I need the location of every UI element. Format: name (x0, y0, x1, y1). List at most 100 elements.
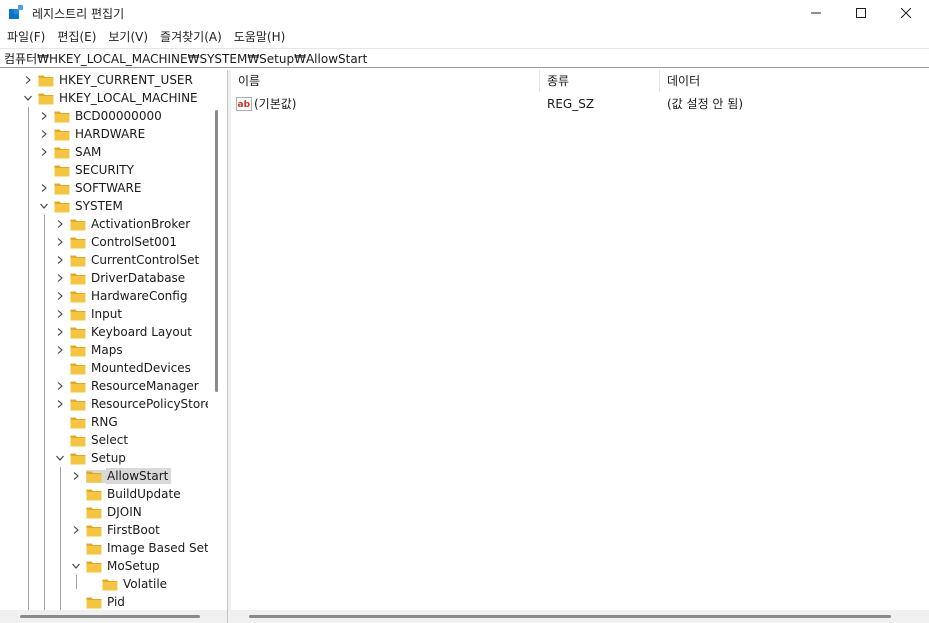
chevron-right-icon[interactable] (54, 377, 66, 395)
tree-item-label: DJOIN (107, 505, 142, 519)
chevron-right-icon[interactable] (38, 125, 50, 143)
chevron-down-icon[interactable] (22, 89, 34, 107)
tree-item-label: HKEY_LOCAL_MACHINE (59, 91, 198, 105)
tree-item-label: DriverDatabase (91, 271, 186, 285)
tree-item-label: SECURITY (75, 163, 134, 177)
folder-icon (70, 453, 86, 464)
tree-item[interactable]: DJOIN (70, 503, 145, 521)
tree-item-label: AllowStart (106, 468, 172, 484)
tree-item[interactable]: BuildUpdate (70, 485, 184, 503)
tree-item[interactable]: AllowStart (70, 467, 172, 485)
chevron-right-icon[interactable] (22, 71, 34, 89)
chevron-right-icon[interactable] (54, 287, 66, 305)
tree-horizontal-scroll-thumb[interactable] (20, 615, 200, 618)
tree-vertical-scrollbar[interactable] (208, 70, 227, 610)
menu-edit[interactable]: 편집(E) (52, 27, 101, 47)
chevron-right-icon[interactable] (54, 305, 66, 323)
tree-item[interactable]: Volatile (86, 575, 170, 593)
tree-item[interactable]: BCD00000000 (38, 107, 165, 125)
tree-item[interactable]: Keyboard Layout (54, 323, 195, 341)
tree-item-label: ActivationBroker (91, 217, 191, 231)
folder-icon (86, 543, 102, 554)
folder-icon (38, 93, 54, 104)
column-header-name[interactable]: 이름 (231, 70, 540, 92)
chevron-down-icon[interactable] (38, 197, 50, 215)
tree-item[interactable]: HKEY_CURRENT_USER (22, 71, 196, 89)
tree-item[interactable]: SOFTWARE (38, 179, 144, 197)
menu-file[interactable]: 파일(F) (2, 27, 50, 47)
chevron-right-icon[interactable] (70, 467, 82, 485)
chevron-right-icon[interactable] (54, 233, 66, 251)
tree-item[interactable]: HARDWARE (38, 125, 148, 143)
tree-item-label: RNG (91, 415, 118, 429)
tree-item[interactable]: Maps (54, 341, 126, 359)
tree-item-label: ResourceManager (91, 379, 199, 393)
chevron-right-icon[interactable] (38, 179, 50, 197)
folder-icon (70, 309, 86, 320)
tree-item[interactable]: MoSetup (70, 557, 163, 575)
chevron-right-icon[interactable] (54, 323, 66, 341)
tree-item[interactable]: HardwareConfig (54, 287, 190, 305)
tree-item[interactable]: Setup (54, 449, 129, 467)
tree-item-label: Select (91, 433, 129, 447)
close-button[interactable] (883, 0, 929, 26)
folder-icon (70, 345, 86, 356)
tree-item[interactable]: MountedDevices (54, 359, 194, 377)
folder-icon (86, 561, 102, 572)
tree-item-label: FirstBoot (107, 523, 160, 537)
address-path[interactable]: 컴퓨터₩HKEY_LOCAL_MACHINE₩SYSTEM₩Setup₩Allo… (4, 50, 367, 67)
list-row[interactable]: ab (기본값) REG_SZ (값 설정 안 됨) (231, 94, 929, 114)
tree-item[interactable]: FirstBoot (70, 521, 163, 539)
chevron-right-icon[interactable] (38, 107, 50, 125)
tree-item[interactable]: ActivationBroker (54, 215, 193, 233)
tree-item[interactable]: SYSTEM (38, 197, 126, 215)
menu-help[interactable]: 도움말(H) (229, 27, 291, 47)
maximize-icon (856, 8, 866, 18)
menu-view[interactable]: 보기(V) (103, 27, 153, 47)
tree-item[interactable]: Input (54, 305, 125, 323)
tree-item[interactable]: RNG (54, 413, 121, 431)
tree-item-label: ResourcePolicyStore (91, 397, 208, 411)
chevron-right-icon[interactable] (70, 521, 82, 539)
chevron-right-icon[interactable] (54, 269, 66, 287)
tree-item[interactable]: SAM (38, 143, 104, 161)
chevron-down-icon[interactable] (54, 449, 66, 467)
tree-item[interactable]: Pid (70, 593, 128, 610)
tree-guide-line (76, 575, 77, 589)
tree-item[interactable]: HKEY_LOCAL_MACHINE (22, 89, 201, 107)
column-header-type[interactable]: 종류 (540, 70, 660, 92)
menu-favorites[interactable]: 즐겨찾기(A) (155, 27, 227, 47)
chevron-right-icon[interactable] (54, 215, 66, 233)
key-tree: HKEY_CURRENT_USER HKEY_LOCAL_MACHINE BCD00… (0, 70, 208, 610)
tree-item[interactable]: DriverDatabase (54, 269, 188, 287)
svg-text:ab: ab (238, 100, 251, 110)
tree-item[interactable]: SECURITY (38, 161, 137, 179)
tree-item[interactable]: ResourcePolicyStore (54, 395, 208, 413)
folder-icon (86, 471, 102, 482)
tree-item[interactable]: Select (54, 431, 131, 449)
folder-icon (102, 579, 118, 590)
list-horizontal-scroll-thumb[interactable] (249, 615, 891, 618)
registry-editor-app-icon (9, 5, 23, 19)
chevron-down-icon[interactable] (70, 557, 82, 575)
folder-icon (70, 327, 86, 338)
list-horizontal-scrollbar[interactable] (231, 610, 929, 623)
tree-horizontal-scrollbar[interactable] (0, 610, 227, 623)
folder-icon (70, 399, 86, 410)
chevron-right-icon[interactable] (54, 395, 66, 413)
tree-vertical-scroll-thumb[interactable] (215, 110, 218, 392)
folder-icon (70, 237, 86, 248)
minimize-button[interactable] (793, 0, 839, 26)
maximize-button[interactable] (838, 0, 884, 26)
tree-item[interactable]: Image Based Setup (70, 539, 208, 557)
tree-item[interactable]: ResourceManager (54, 377, 202, 395)
title-bar: 레지스트리 편집기 (0, 0, 929, 26)
chevron-right-icon[interactable] (54, 341, 66, 359)
column-header-data[interactable]: 데이터 (660, 70, 929, 92)
folder-icon (54, 183, 70, 194)
chevron-right-icon[interactable] (38, 143, 50, 161)
address-bar[interactable]: 컴퓨터₩HKEY_LOCAL_MACHINE₩SYSTEM₩Setup₩Allo… (0, 48, 929, 68)
tree-item[interactable]: CurrentControlSet (54, 251, 202, 269)
chevron-right-icon[interactable] (54, 251, 66, 269)
tree-item[interactable]: ControlSet001 (54, 233, 180, 251)
